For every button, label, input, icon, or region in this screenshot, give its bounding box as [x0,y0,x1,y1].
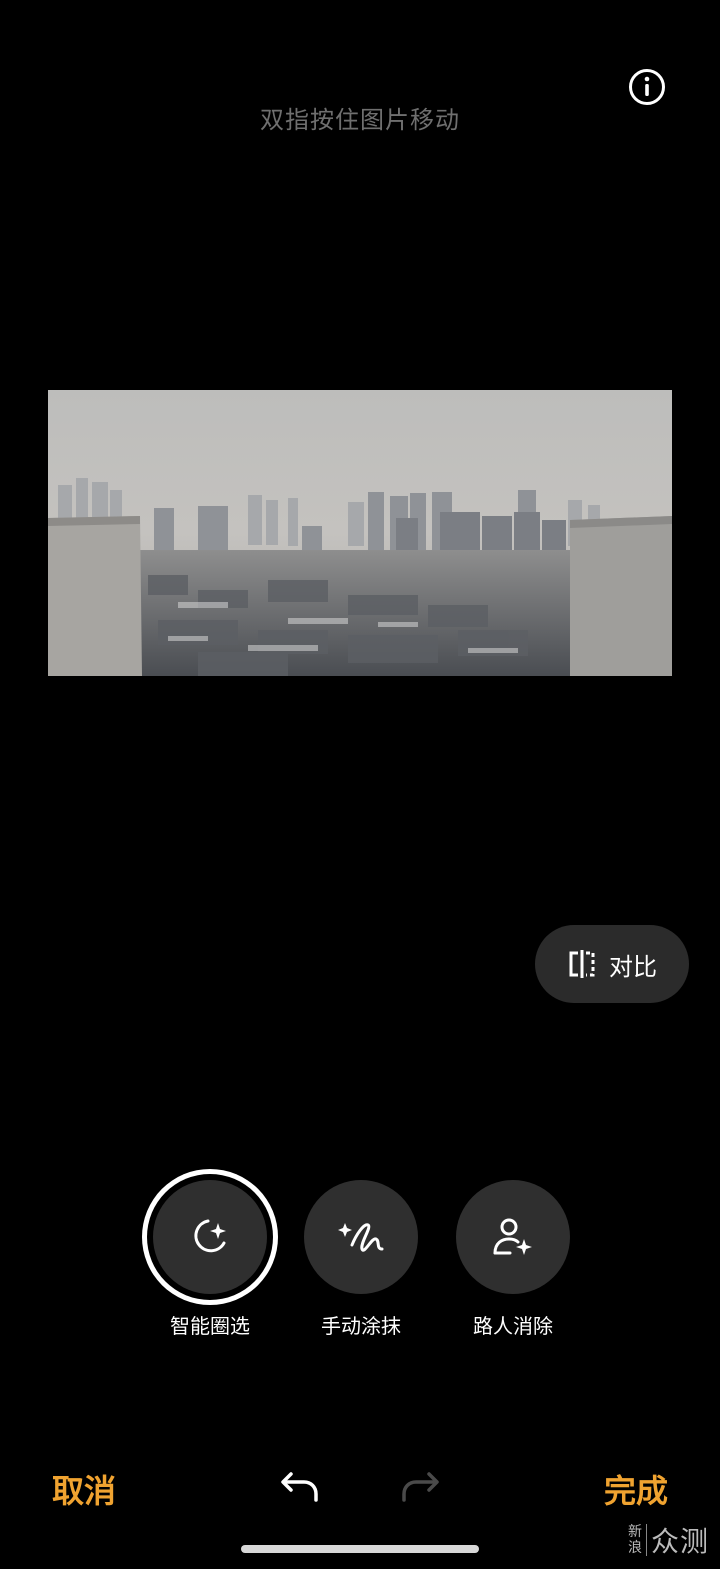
cancel-button[interactable]: 取消 [52,1466,116,1512]
watermark-small-top: 新 [628,1524,642,1540]
home-indicator[interactable] [241,1545,479,1553]
compare-split-icon [569,950,595,978]
redo-icon [402,1472,439,1502]
tool-passerby-removal[interactable]: 路人消除 [455,1180,571,1339]
smart-select-button[interactable] [153,1180,267,1294]
watermark: 新 浪 众测 [628,1520,709,1560]
tool-manual-brush[interactable]: 手动涂抹 [303,1180,419,1339]
tool-label: 手动涂抹 [321,1314,401,1338]
tool-smart-select[interactable]: 智能圈选 [152,1180,268,1339]
watermark-small-bottom: 浪 [628,1540,642,1556]
brush-sparkle-icon [338,1223,384,1252]
undo-icon [281,1472,318,1502]
watermark-big: 众测 [651,1525,710,1558]
tool-label: 智能圈选 [170,1314,250,1338]
passerby-removal-button[interactable] [456,1180,570,1294]
info-button[interactable] [628,68,666,106]
manual-brush-button[interactable] [304,1180,418,1294]
compare-button[interactable]: 对比 [535,925,689,1003]
edited-photo[interactable] [48,390,672,676]
gesture-hint: 双指按住图片移动 [260,106,460,134]
info-icon [629,69,665,105]
tool-label: 路人消除 [473,1314,553,1338]
undo-button[interactable] [276,1470,320,1506]
person-sparkle-icon [493,1218,532,1255]
lasso-sparkle-icon [194,1219,226,1253]
compare-label: 对比 [609,952,657,981]
done-button[interactable]: 完成 [604,1466,668,1512]
redo-button[interactable] [400,1470,444,1506]
